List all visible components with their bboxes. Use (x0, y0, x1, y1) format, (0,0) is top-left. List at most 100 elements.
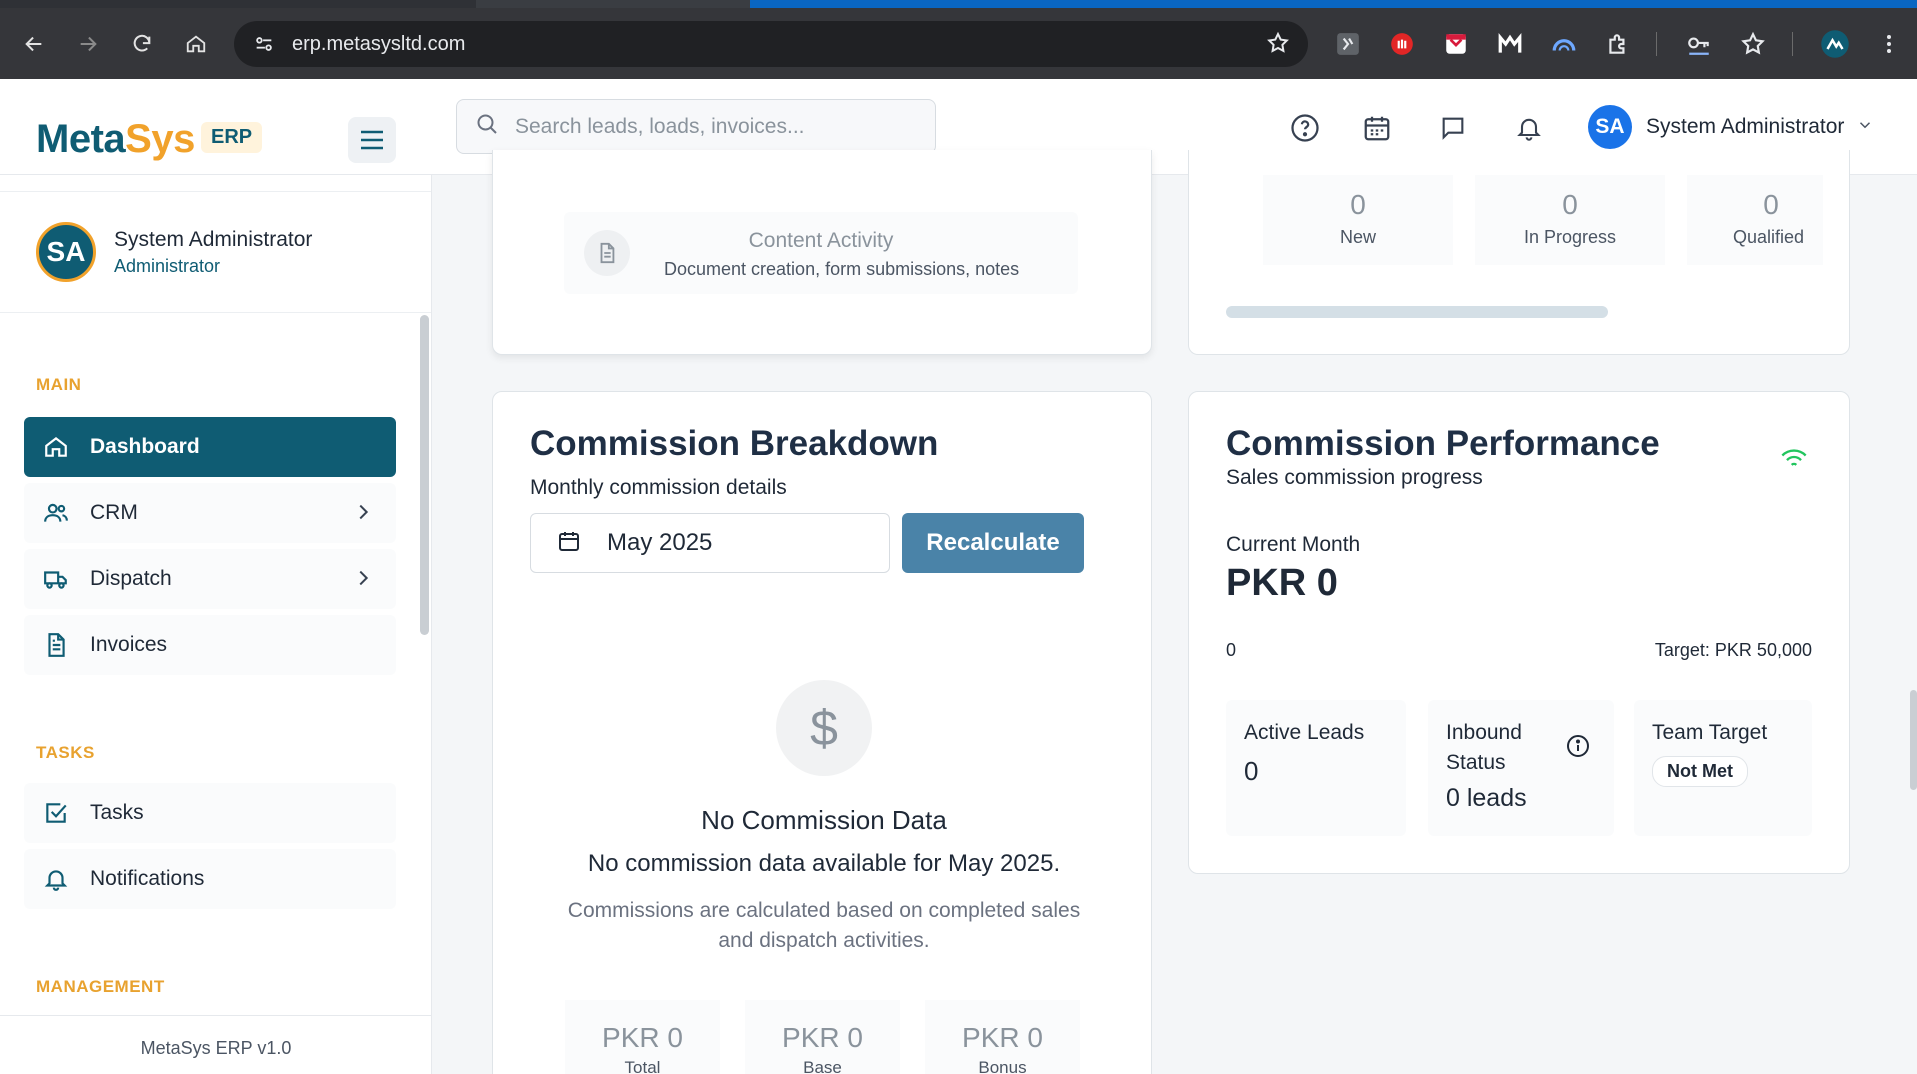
total-value: PKR 0 (602, 1022, 683, 1053)
profile-role: Administrator (114, 256, 221, 276)
logo-sys-text: Sys (125, 117, 195, 161)
back-button[interactable] (14, 24, 54, 64)
sidebar-item-label: Tasks (90, 801, 144, 824)
page-scrollbar[interactable] (1910, 690, 1917, 790)
sidebar-item-crm[interactable]: CRM (24, 483, 396, 543)
bell-icon (42, 866, 70, 892)
extension-malwarebytes-icon[interactable] (1495, 29, 1525, 59)
info-icon[interactable] (1566, 734, 1590, 763)
sidebar-item-label: Invoices (90, 633, 168, 656)
sidebar-item-dispatch[interactable]: Dispatch (24, 549, 396, 609)
sidebar-item-invoices[interactable]: Invoices (24, 615, 396, 675)
commission-breakdown-subtitle: Monthly commission details (530, 476, 787, 499)
empty-state-message: No commission data available for May 202… (587, 850, 1061, 877)
chevron-down-icon (1856, 116, 1874, 139)
app-logo[interactable]: MetaSys (36, 117, 195, 162)
browser-tabstrip (0, 0, 1917, 8)
message-square-icon (1442, 117, 1464, 140)
tabstrip-accent (750, 0, 1917, 8)
commission-performance-title: Commission Performance (1226, 424, 1660, 463)
help-button[interactable] (1288, 111, 1322, 145)
sidebar-item-notifications[interactable]: Notifications (24, 849, 396, 909)
sidebar-item-tasks[interactable]: Tasks (24, 783, 396, 843)
arrow-right-icon (80, 36, 97, 51)
bonus-value: PKR 0 (962, 1022, 1043, 1053)
address-bar[interactable]: erp.metasysltd.com (234, 21, 1308, 67)
arrow-left-icon (25, 36, 42, 51)
profile-avatar: SA (36, 222, 96, 282)
notifications-button[interactable] (1512, 111, 1546, 145)
current-month-label: Current Month (1226, 533, 1361, 556)
commission-performance-subtitle: Sales commission progress (1226, 466, 1483, 489)
stat-label: Qualified (1733, 227, 1805, 247)
sidebar-item-label: CRM (90, 501, 138, 524)
sidebar-item-dashboard[interactable]: Dashboard (24, 417, 396, 477)
stat-new: 0 New (1263, 175, 1453, 265)
home-button[interactable] (176, 24, 216, 64)
file-text-icon (42, 632, 70, 658)
messages-button[interactable] (1436, 111, 1470, 145)
truck-icon (42, 566, 70, 592)
base-label: Base (803, 1058, 842, 1074)
stat-label: In Progress (1523, 227, 1617, 247)
extensions-puzzle-icon[interactable] (1603, 29, 1633, 59)
section-main-label: MAIN (36, 375, 82, 394)
leads-status-card: 0 New 0 In Progress 0 Qualified (1188, 150, 1850, 355)
section-management-label: MANAGEMENT (36, 977, 165, 996)
base-value: PKR 0 (782, 1022, 863, 1053)
sidebar-item-label: Dispatch (90, 567, 172, 590)
sidebar-item-label: Notifications (90, 867, 205, 890)
target-label: Target: PKR 50,000 (1654, 640, 1812, 660)
profile-avatar-icon[interactable] (1820, 29, 1850, 59)
progress-current: 0 (1226, 640, 1237, 660)
active-leads-label: Active Leads (1244, 721, 1365, 744)
home-icon (42, 434, 70, 460)
stat-qualified: 0 Qualified (1687, 175, 1823, 265)
user-name: System Administrator (1646, 115, 1845, 138)
extension-vpn-icon[interactable] (1549, 29, 1579, 59)
inbound-status-label: Inbound Status (1446, 721, 1522, 774)
erp-badge: ERP (201, 122, 263, 153)
content-activity-item: Content Activity Document creation, form… (564, 212, 1078, 294)
total-commission: PKR 0 Total (565, 1000, 720, 1074)
active-leads-value: 0 (1244, 756, 1259, 786)
active-tab[interactable] (476, 0, 750, 8)
user-menu[interactable]: SA System Administrator (1588, 103, 1874, 151)
bookmark-star-icon[interactable] (1266, 31, 1290, 61)
sidebar-toggle-button[interactable] (348, 117, 396, 163)
logo-meta-text: Meta (36, 117, 126, 161)
browser-menu-icon[interactable] (1874, 29, 1904, 59)
live-wifi-icon (1780, 448, 1808, 475)
stat-label: New (1339, 227, 1376, 247)
extension-adblock-icon[interactable] (1387, 29, 1417, 59)
recalculate-button[interactable]: Recalculate (902, 513, 1084, 573)
bonus-commission: PKR 0 Bonus (925, 1000, 1080, 1074)
profile-name: System Administrator (114, 228, 313, 251)
site-info-icon[interactable] (250, 33, 278, 55)
toolbar-separator (1656, 32, 1657, 56)
extension-pocket-icon[interactable] (1441, 29, 1471, 59)
home-icon (186, 35, 206, 52)
selected-month: May 2025 (607, 529, 713, 556)
url-text[interactable]: erp.metasysltd.com (292, 33, 465, 56)
sidebar-scrollbar[interactable] (420, 315, 429, 635)
password-key-icon[interactable] (1684, 29, 1714, 59)
reading-list-icon[interactable] (1738, 29, 1768, 59)
stat-in-progress: 0 In Progress (1475, 175, 1665, 265)
content-activity-subtitle: Document creation, form submissions, not… (664, 259, 1020, 279)
global-search (456, 99, 936, 154)
team-target-label: Team Target (1652, 721, 1768, 744)
sidebar: SA System Administrator Administrator MA… (0, 175, 432, 1074)
forward-button[interactable] (68, 24, 108, 64)
inbound-status-box: Inbound Status 0 leads (1428, 700, 1614, 836)
search-icon (475, 112, 499, 141)
reload-button[interactable] (122, 24, 162, 64)
commission-breakdown-title: Commission Breakdown (530, 424, 939, 463)
search-input[interactable] (515, 114, 915, 139)
sidebar-item-label: Dashboard (90, 435, 200, 458)
month-picker[interactable]: May 2025 (530, 513, 890, 573)
help-circle-icon (1291, 114, 1319, 142)
calendar-button[interactable] (1360, 111, 1394, 145)
section-tasks-label: TASKS (36, 743, 95, 762)
extension-hubspot-icon[interactable] (1333, 29, 1363, 59)
